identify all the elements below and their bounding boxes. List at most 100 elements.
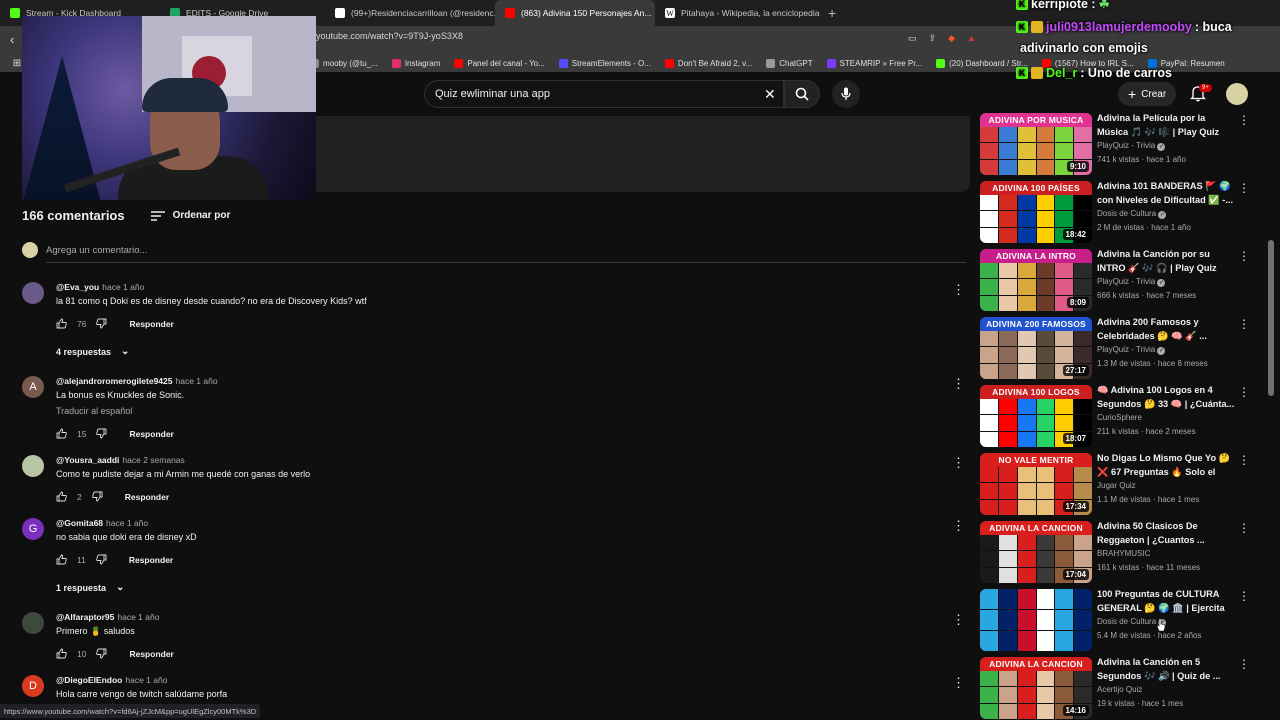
- recommended-video[interactable]: ADIVINA LA INTRO 8:09 Adivina la Canción p…: [980, 249, 1270, 311]
- video-title[interactable]: Adivina 50 Clasicos De Reggaeton | ¿Cuan…: [1097, 520, 1235, 547]
- channel-name[interactable]: BRAHYMUSIC: [1097, 549, 1150, 558]
- dislike-icon[interactable]: [91, 491, 103, 502]
- recommended-video[interactable]: ADIVINA 200 FAMOSOS 27:17 Adivina 200 Famo…: [980, 317, 1270, 379]
- browser-tab[interactable]: W Pitahaya - Wikipedia, la enciclopedia.…: [655, 0, 820, 26]
- video-title[interactable]: 100 Preguntas de CULTURA GENERAL 🤔 🌍 🏛️ …: [1097, 588, 1235, 616]
- avatar[interactable]: [22, 612, 44, 634]
- url-field[interactable]: youtube.com/watch?v=9T9J-yoS3X8: [316, 31, 463, 41]
- video-title[interactable]: Adivina la Canción en 5 Segundos 🎶 🔊 | Q…: [1097, 656, 1235, 683]
- comment-author[interactable]: @alejandroromerogilete9425: [56, 376, 172, 386]
- video-thumbnail[interactable]: ADIVINA LA INTRO 8:09: [980, 249, 1092, 311]
- video-title[interactable]: 🧠 Adivina 100 Logos en 4 Segundos 🤔 33 🧠…: [1097, 384, 1235, 411]
- video-thumbnail[interactable]: ADIVINA LA CANCION 14:16: [980, 657, 1092, 719]
- bookmark-item[interactable]: (20) Dashboard / Str...: [936, 58, 1028, 68]
- more-options-icon[interactable]: ⋮: [1238, 113, 1250, 127]
- share-icon[interactable]: ⇪: [929, 33, 937, 44]
- more-options-icon[interactable]: ⋮: [1238, 657, 1250, 671]
- avatar[interactable]: G: [22, 518, 44, 540]
- channel-name[interactable]: CurioSphere: [1097, 413, 1142, 422]
- dislike-icon[interactable]: [96, 554, 107, 565]
- more-options-icon[interactable]: ⋮: [1238, 453, 1250, 467]
- new-tab-button[interactable]: +: [820, 5, 844, 21]
- cast-icon[interactable]: ▭: [908, 33, 917, 44]
- search-button[interactable]: [784, 80, 820, 108]
- video-thumbnail[interactable]: ADIVINA POR MUSICA 9:10: [980, 113, 1092, 175]
- browser-tab[interactable]: (99+)Residenciacarrilloan (@residenc...: [325, 0, 495, 26]
- bookmark-item[interactable]: Don't Be Afraid 2, v...: [664, 58, 752, 68]
- bookmark-item[interactable]: STEAMRIP » Free Pr...: [826, 58, 922, 68]
- channel-name[interactable]: Dosis de Cultura ✓: [1097, 209, 1167, 219]
- bookmark-item[interactable]: Instagram: [391, 58, 440, 68]
- back-arrow-icon[interactable]: ‹: [10, 32, 14, 47]
- reply-button[interactable]: Responder: [125, 492, 169, 502]
- reply-button[interactable]: Responder: [129, 319, 173, 329]
- more-options-icon[interactable]: ⋮: [952, 518, 965, 534]
- video-title[interactable]: Adivina 200 Famosos y Celebridades 🤔 🧠 🎸…: [1097, 316, 1235, 343]
- more-options-icon[interactable]: ⋮: [1238, 589, 1250, 603]
- video-thumbnail[interactable]: ADIVINA 200 FAMOSOS 27:17: [980, 317, 1092, 379]
- channel-name[interactable]: PlayQuiz - Trivia ✓: [1097, 141, 1166, 151]
- channel-name[interactable]: Acertijo Quiz: [1097, 685, 1142, 694]
- video-thumbnail[interactable]: [980, 589, 1092, 651]
- video-title[interactable]: Adivina la Película por la Música 🎵 🎶 🎼 …: [1097, 112, 1235, 140]
- video-thumbnail[interactable]: ADIVINA LA CANCION 17:04: [980, 521, 1092, 583]
- comment-author[interactable]: @Yousra_aaddi: [56, 455, 119, 465]
- video-title[interactable]: Adivina 101 BANDERAS 🚩 🌍 con Niveles de …: [1097, 180, 1235, 207]
- bookmark-item[interactable]: mooby (@tu_...: [310, 58, 378, 68]
- video-thumbnail[interactable]: NO VALE MENTIR 17:34: [980, 453, 1092, 515]
- more-options-icon[interactable]: ⋮: [952, 675, 965, 691]
- search-input[interactable]: Quiz ewliminar una app: [424, 80, 784, 108]
- comment-author[interactable]: @Eva_you: [56, 282, 99, 292]
- video-thumbnail[interactable]: ADIVINA 100 LOGOS 18:07: [980, 385, 1092, 447]
- recommended-video[interactable]: ADIVINA LA CANCION 14:16 Adivina la Canció…: [980, 657, 1270, 719]
- reply-button[interactable]: Responder: [129, 429, 173, 439]
- recommended-video[interactable]: ADIVINA LA CANCION 17:04 Adivina 50 Clasic…: [980, 521, 1270, 583]
- bookmark-item[interactable]: Panel del canal - Yo...: [454, 58, 545, 68]
- more-options-icon[interactable]: ⋮: [1238, 317, 1250, 331]
- avatar[interactable]: D: [22, 675, 44, 697]
- browser-tab-active[interactable]: (863) Adivina 150 Personajes An... ✕: [495, 0, 655, 26]
- comment-author[interactable]: @Gomita68: [56, 518, 103, 528]
- bookmark-item[interactable]: ChatGPT: [766, 58, 813, 68]
- comment-author[interactable]: @DiegoElEndoo: [56, 675, 122, 685]
- more-options-icon[interactable]: ⋮: [952, 612, 965, 628]
- scrollbar[interactable]: [1268, 240, 1274, 396]
- more-options-icon[interactable]: ⋮: [1238, 521, 1250, 535]
- like-icon[interactable]: [56, 318, 67, 329]
- channel-name[interactable]: Jugar Quiz: [1097, 481, 1136, 490]
- avatar[interactable]: [22, 455, 44, 477]
- dislike-icon[interactable]: [96, 648, 107, 659]
- more-options-icon[interactable]: ⋮: [1238, 181, 1250, 195]
- avatar[interactable]: [22, 282, 44, 304]
- replies-toggle[interactable]: 1 respuesta ⌄: [56, 582, 124, 593]
- recommended-video[interactable]: 100 Preguntas de CULTURA GENERAL 🤔 🌍 🏛️ …: [980, 589, 1270, 651]
- rewards-icon[interactable]: ▲: [967, 33, 976, 44]
- dislike-icon[interactable]: [96, 428, 107, 439]
- channel-name[interactable]: PlayQuiz - Trivia ✓: [1097, 277, 1166, 287]
- avatar[interactable]: [1226, 83, 1248, 105]
- voice-search-button[interactable]: [832, 80, 860, 108]
- reply-button[interactable]: Responder: [129, 649, 173, 659]
- like-icon[interactable]: [56, 491, 67, 502]
- recommended-video[interactable]: ADIVINA 100 PAÍSES 18:42 Adivina 101 BANDE…: [980, 181, 1270, 243]
- more-options-icon[interactable]: ⋮: [952, 455, 965, 471]
- dislike-icon[interactable]: [96, 318, 107, 329]
- like-icon[interactable]: [56, 648, 67, 659]
- avatar[interactable]: A: [22, 376, 44, 398]
- more-options-icon[interactable]: ⋮: [1238, 249, 1250, 263]
- more-options-icon[interactable]: ⋮: [1238, 385, 1250, 399]
- sort-button[interactable]: Ordenar por: [150, 210, 230, 221]
- comment-author[interactable]: @Alfaraptor95: [56, 612, 114, 622]
- channel-name[interactable]: PlayQuiz - Trivia ✓: [1097, 345, 1166, 355]
- like-icon[interactable]: [56, 428, 67, 439]
- add-comment-field[interactable]: Agrega un comentario...: [22, 242, 147, 258]
- more-options-icon[interactable]: ⋮: [952, 376, 965, 392]
- translate-link[interactable]: Traducir al español: [56, 406, 132, 416]
- like-icon[interactable]: [56, 554, 67, 565]
- create-button[interactable]: + Crear: [1118, 82, 1177, 106]
- replies-toggle[interactable]: 4 respuestas ⌄: [56, 346, 129, 357]
- recommended-video[interactable]: ADIVINA 100 LOGOS 18:07 🧠 Adivina 100 Logo…: [980, 385, 1270, 447]
- more-options-icon[interactable]: ⋮: [952, 282, 965, 298]
- clear-search-icon[interactable]: ✕: [764, 86, 776, 103]
- reply-button[interactable]: Responder: [129, 555, 173, 565]
